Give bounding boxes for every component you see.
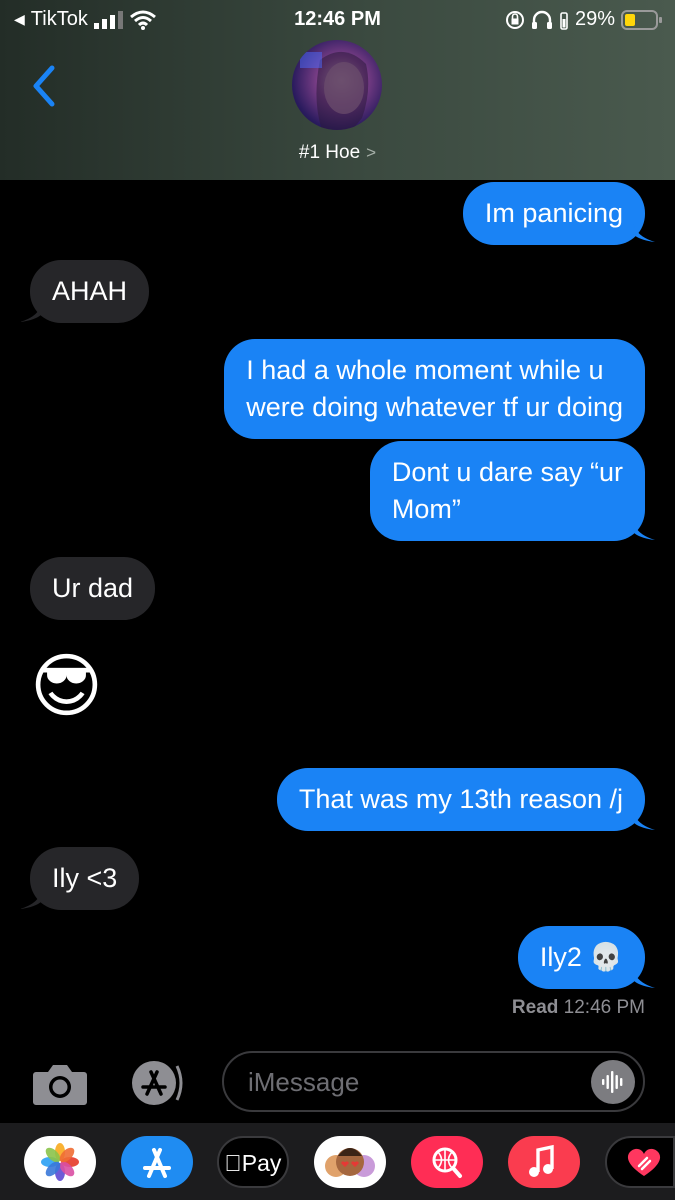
- message-input[interactable]: iMessage: [222, 1051, 645, 1112]
- globe-search-glyph: [432, 1147, 462, 1178]
- music-note-glyph: [529, 1144, 554, 1177]
- apple-pay-label: Pay: [225, 1150, 282, 1176]
- contact-name-label: #1 Hoe: [298, 142, 361, 163]
- contact-name[interactable]: #1 Hoe >: [0, 142, 675, 164]
- photos-flower: [41, 1143, 79, 1181]
- message-input-placeholder: iMessage: [248, 1067, 360, 1097]
- heart-touch-glyph: [627, 1148, 661, 1176]
- message-bubble-outgoing[interactable]: Dont u dare say “ur Mom”: [369, 441, 645, 541]
- memoji-icon[interactable]: [314, 1136, 386, 1188]
- memoji-faces: [325, 1148, 375, 1177]
- headphones-icon: [531, 10, 552, 29]
- message-bubble-incoming[interactable]: Ur dad: [30, 557, 156, 620]
- message-bubble-outgoing[interactable]: I had a whole moment while u were doing …: [224, 339, 645, 439]
- bubble-tail: [20, 302, 42, 322]
- message-bubble-outgoing[interactable]: Ily2 💀: [517, 926, 645, 989]
- back-chevron-icon[interactable]: [26, 62, 66, 110]
- bubble-tail: [633, 968, 655, 988]
- conversation-header: ◀ TikTok 12:46 PM 29% #1 Hoe >: [0, 0, 675, 180]
- imessage-app-drawer: Pay: [0, 1123, 675, 1200]
- app-store-apps-icon[interactable]: [125, 1058, 183, 1108]
- status-indicators: 29%: [505, 8, 663, 31]
- read-label: Read: [511, 997, 559, 1018]
- headphone-battery-icon: [560, 11, 568, 30]
- music-icon[interactable]: [508, 1136, 580, 1188]
- message-bubble-outgoing[interactable]: That was my 13th reason /j: [276, 768, 645, 831]
- bubble-tail: [20, 889, 42, 909]
- bubble-tail: [633, 810, 655, 830]
- chevron-right-icon: >: [366, 143, 377, 162]
- message-bubble-outgoing[interactable]: Im panicing: [462, 182, 645, 245]
- audio-message-button[interactable]: [591, 1060, 635, 1104]
- photos-icon[interactable]: [24, 1136, 96, 1188]
- read-time: 12:46 PM: [563, 997, 645, 1018]
- web-search-icon[interactable]: [411, 1136, 483, 1188]
- read-receipt: Read 12:46 PM: [512, 997, 645, 1019]
- apple-pay-icon[interactable]: Pay: [217, 1136, 289, 1188]
- emoji-message[interactable]: 😎: [30, 644, 103, 728]
- battery-percent: 29%: [574, 8, 615, 30]
- battery-icon: [621, 9, 662, 30]
- rotation-lock-icon: [505, 10, 524, 29]
- message-bubble-incoming[interactable]: AHAH: [30, 260, 150, 323]
- app-store-glyph: [143, 1148, 171, 1178]
- camera-icon[interactable]: [32, 1062, 88, 1106]
- status-bar: ◀ TikTok 12:46 PM 29%: [0, 0, 675, 38]
- contact-avatar[interactable]: [292, 40, 382, 130]
- bubble-tail: [633, 222, 655, 242]
- digital-touch-icon[interactable]: [605, 1136, 675, 1188]
- waveform-icon: [602, 1071, 623, 1093]
- message-bubble-incoming[interactable]: Ily <3: [30, 847, 140, 910]
- bubble-tail: [633, 520, 655, 540]
- app-store-icon[interactable]: [121, 1136, 193, 1188]
- avatar-photo: [300, 51, 369, 130]
